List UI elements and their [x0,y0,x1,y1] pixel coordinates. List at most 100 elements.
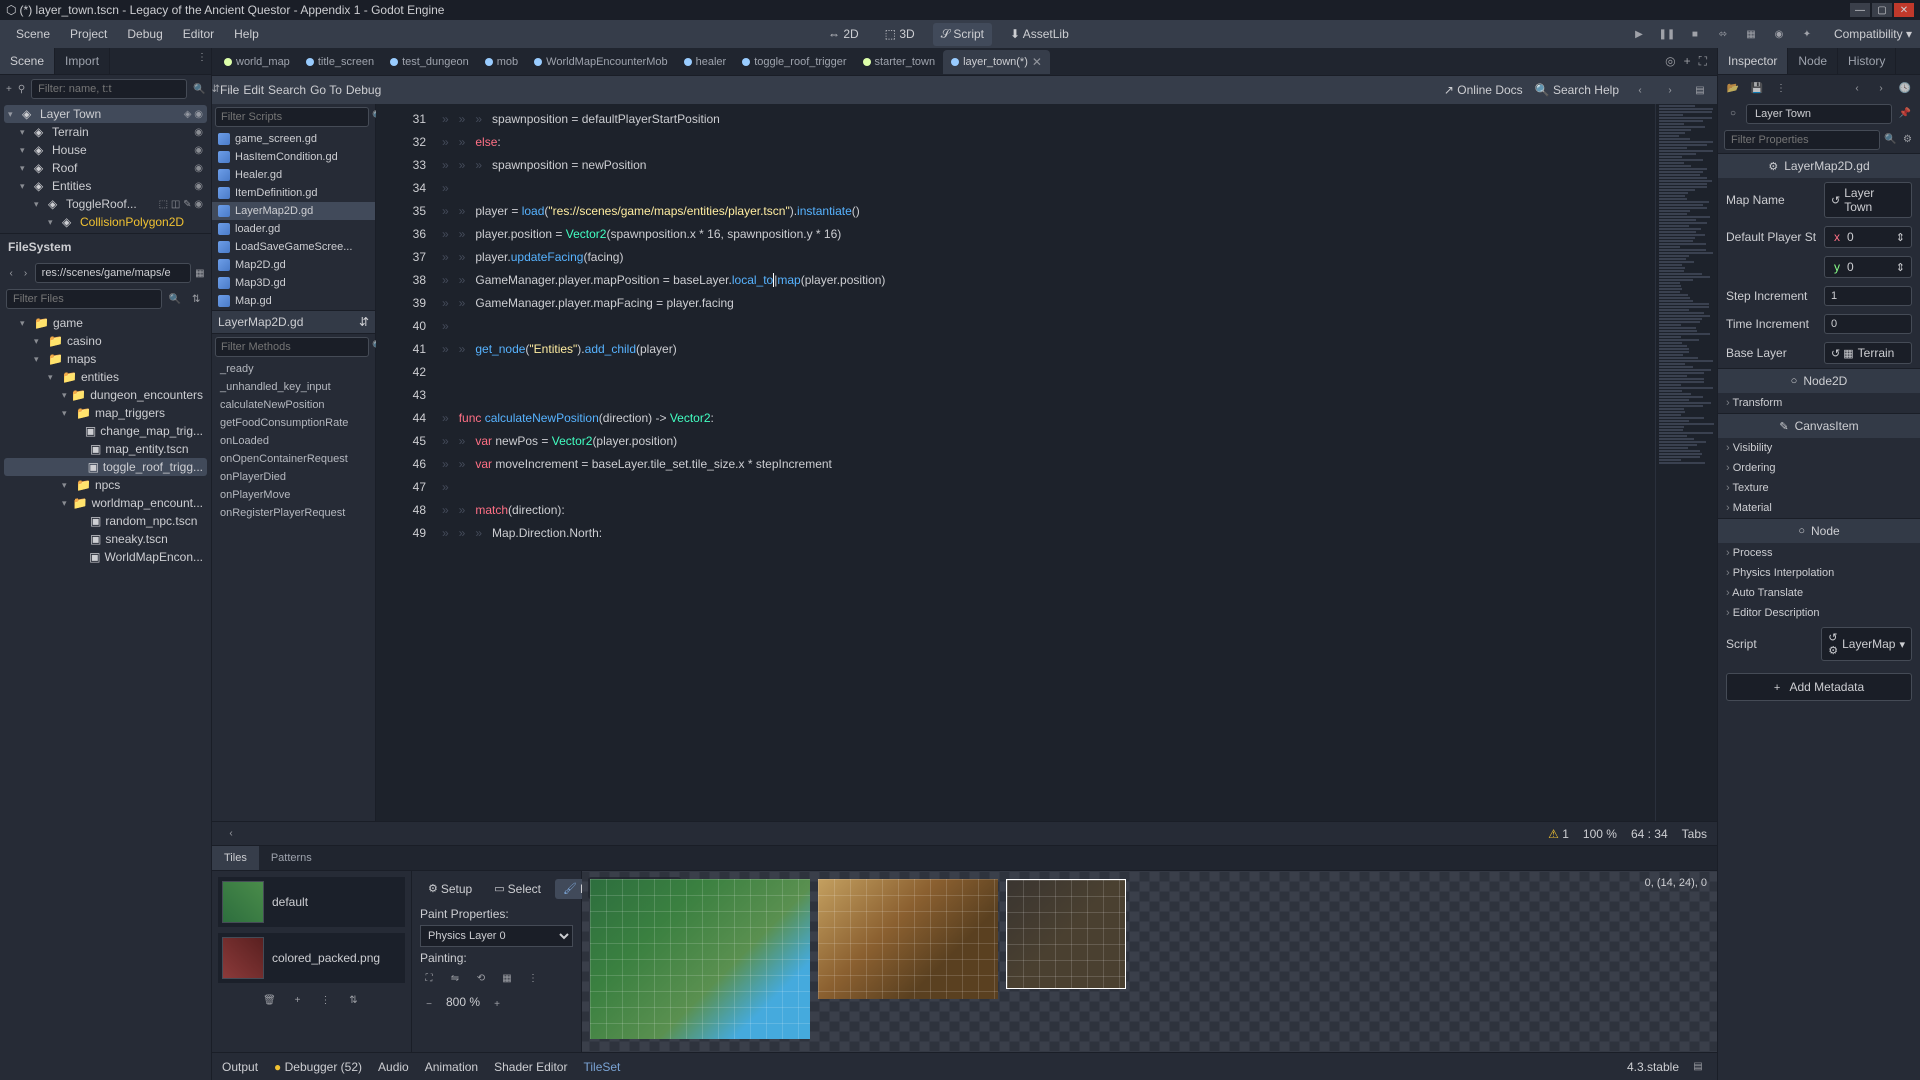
play-scene-button[interactable]: ⬄ [1714,25,1732,43]
search-icon[interactable]: 🔍 [1884,130,1897,148]
tab-scene[interactable]: Scene [0,48,55,74]
cat-material[interactable]: Material [1718,498,1920,518]
fs-sort-icon[interactable]: ⇅ [188,290,206,308]
cat-texture[interactable]: Texture [1718,478,1920,498]
tool-more-icon[interactable]: ⋮ [524,969,542,987]
menu-editor[interactable]: Editor [175,23,222,45]
cat-ordering[interactable]: Ordering [1718,458,1920,478]
script-item[interactable]: loader.gd [212,220,375,238]
fullscreen-icon[interactable]: ⛶ [1699,54,1707,69]
expand-icon[interactable]: ⇵ [212,80,220,98]
obj-pin-icon[interactable]: 📌 [1896,104,1914,122]
method-item[interactable]: onPlayerMove [212,486,375,504]
tool-rotate-icon[interactable]: ⟲ [472,969,490,987]
zoom-in-icon[interactable]: + [488,995,506,1013]
tab-patterns[interactable]: Patterns [259,846,324,870]
tab-import[interactable]: Import [55,48,110,74]
scene-node[interactable]: ▾◈Layer Town◈ ◉ [4,105,207,123]
file-tab[interactable]: toggle_roof_trigger [734,51,854,73]
scene-node[interactable]: ▾◈ToggleRoof...⬚ ◫ ✎ ◉ [4,195,207,213]
file-item[interactable]: ▣toggle_roof_trigg... [4,458,207,476]
search-icon[interactable]: 🔍 [193,80,205,98]
filter-methods-input[interactable] [215,337,369,357]
maximize-button[interactable]: ▢ [1872,3,1892,17]
script-edit-menu[interactable]: Edit [243,83,264,97]
minimap[interactable] [1655,104,1717,821]
file-item[interactable]: ▣sneaky.tscn [4,530,207,548]
viewmode-assetlib[interactable]: ⬇ AssetLib [1002,23,1077,46]
fs-filter-input[interactable] [6,289,162,309]
tileset-default[interactable]: default [218,877,405,927]
scene-node[interactable]: ▾◈Entities◉ [4,177,207,195]
scene-node[interactable]: ▾◈Terrain◉ [4,123,207,141]
tab-animation[interactable]: Animation [425,1060,478,1074]
menu-project[interactable]: Project [62,23,115,45]
menu-help[interactable]: Help [226,23,267,45]
tileset-sort-icon[interactable]: ⇅ [345,991,363,1009]
play-custom-button[interactable]: ▦ [1742,25,1760,43]
tab-tiles[interactable]: Tiles [212,846,259,870]
tool-flip-icon[interactable]: ⇋ [446,969,464,987]
script-goto-menu[interactable]: Go To [310,83,342,97]
viewmode-2d[interactable]: ⇔ 2D [820,23,867,46]
path-back-icon[interactable]: ‹ [6,264,16,282]
method-item[interactable]: onLoaded [212,432,375,450]
insp-section-node2d[interactable]: ○ Node2D [1718,368,1920,393]
scene-node[interactable]: ▾◈CollisionPolygon2D [4,213,207,231]
link-node-button[interactable]: ⚲ [18,80,25,98]
file-tab[interactable]: mob [477,51,526,73]
minimize-button[interactable]: — [1850,3,1870,17]
tab-list-icon[interactable]: ◎ [1665,54,1675,69]
script-item[interactable]: LoadSaveGameScree... [212,238,375,256]
cat-editordesc[interactable]: Editor Description [1718,603,1920,623]
method-item[interactable]: onRegisterPlayerRequest [212,504,375,522]
render-button[interactable]: ✦ [1798,25,1816,43]
method-item[interactable]: getFoodConsumptionRate [212,414,375,432]
insp-section-node[interactable]: ○ Node [1718,518,1920,543]
scene-node[interactable]: ▾◈Roof◉ [4,159,207,177]
insp-save-icon[interactable]: 💾 [1748,79,1766,97]
add-node-button[interactable]: + [6,80,12,98]
zoom-level[interactable]: 100 % [1583,827,1617,841]
folder-item[interactable]: ▾📁entities [4,368,207,386]
tab-inspector[interactable]: Inspector [1718,48,1788,74]
path-grid-icon[interactable]: ▦ [195,264,205,282]
tileset-delete-icon[interactable]: 🗑 [261,991,279,1009]
cat-transform[interactable]: Transform [1718,393,1920,413]
tab-tileset[interactable]: TileSet [583,1060,620,1074]
cat-translate[interactable]: Auto Translate [1718,583,1920,603]
method-item[interactable]: calculateNewPosition [212,396,375,414]
filter-scripts-input[interactable] [215,107,369,127]
folder-item[interactable]: ▾📁npcs [4,476,207,494]
renderer-dropdown[interactable]: Compatibility ▾ [1834,27,1912,41]
mode-setup[interactable]: ⚙ Setup [420,879,480,899]
prop-mapname[interactable]: ↺ Layer Town [1824,182,1912,218]
search-help-button[interactable]: 🔍 Search Help [1535,83,1619,97]
indent-mode[interactable]: Tabs [1682,827,1707,841]
insp-fwd-icon[interactable]: › [1872,79,1890,97]
path-fwd-icon[interactable]: › [20,264,30,282]
folder-item[interactable]: ▾📁casino [4,332,207,350]
insp-section-canvasitem[interactable]: ✎ CanvasItem [1718,413,1920,438]
prop-script[interactable]: ↺ ⚙ LayerMap ▾ [1821,627,1912,661]
cat-process[interactable]: Process [1718,543,1920,563]
folder-item[interactable]: ▾📁map_triggers [4,404,207,422]
search-icon[interactable]: 🔍 [166,290,184,308]
tileset-add-icon[interactable]: + [289,991,307,1009]
file-tab[interactable]: starter_town [855,51,944,73]
file-item[interactable]: ▣WorldMapEncon... [4,548,207,566]
movie-button[interactable]: ◉ [1770,25,1788,43]
inspector-filter[interactable] [1724,130,1880,150]
tab-output[interactable]: Output [222,1060,258,1074]
menu-debug[interactable]: Debug [119,23,170,45]
scene-filter-input[interactable] [31,79,187,99]
path-input[interactable] [35,263,191,283]
tab-node[interactable]: Node [1788,48,1838,74]
viewmode-script[interactable]: 𝒮 Script [933,23,992,46]
statusbar-back-icon[interactable]: ‹ [222,825,240,843]
script-item[interactable]: ItemDefinition.gd [212,184,375,202]
method-item[interactable]: onOpenContainerRequest [212,450,375,468]
add-metadata-button[interactable]: + Add Metadata [1726,673,1912,701]
pause-button[interactable]: ❚❚ [1658,25,1676,43]
tool-grid-icon[interactable]: ▦ [498,969,516,987]
